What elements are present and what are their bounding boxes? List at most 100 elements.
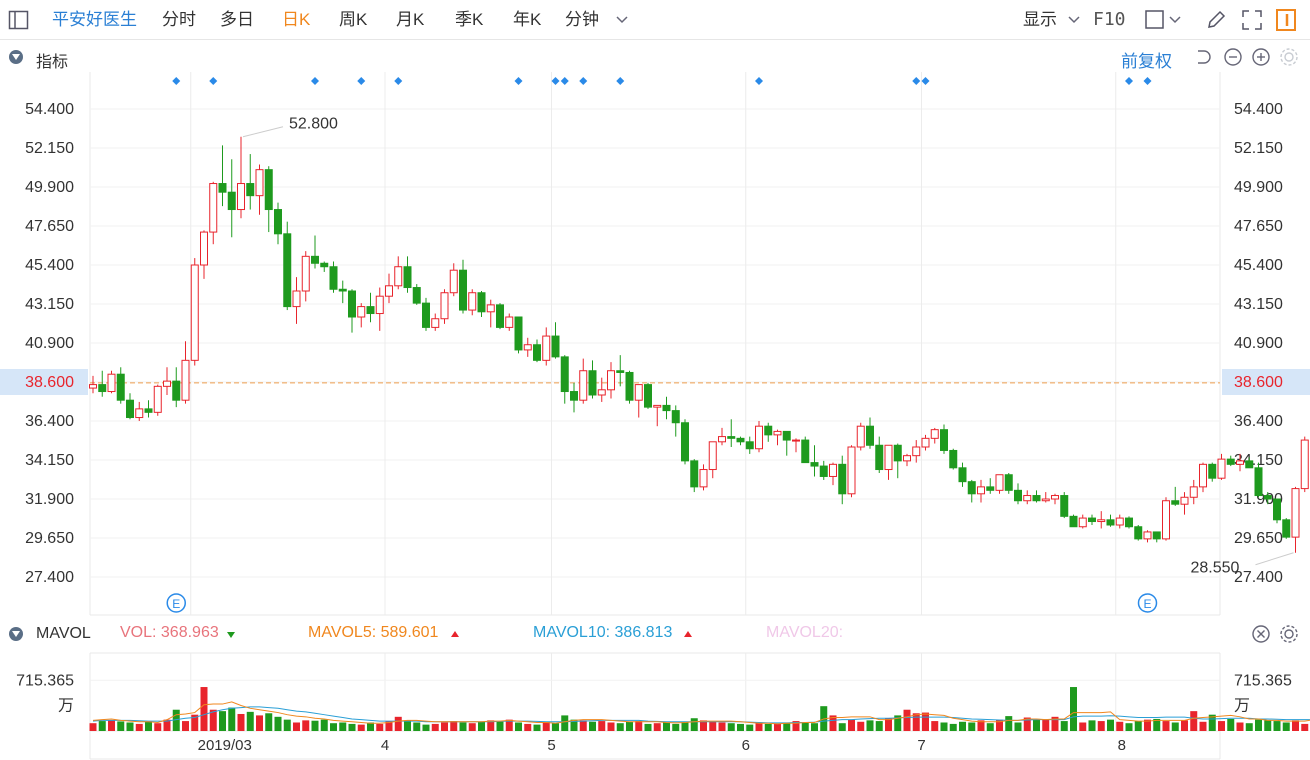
tab-period-2[interactable]: 多日 [220,0,254,40]
volume-bar [89,723,97,731]
candle-body [1236,460,1244,465]
candle-body [644,384,652,408]
volume-bar [413,722,421,731]
candle-body [107,373,116,393]
tab-period-5[interactable]: 月K [396,0,424,40]
display-chevron-icon[interactable] [1066,8,1082,32]
adjust-mode-button[interactable]: 前复权 [1121,47,1172,72]
volume-bar [598,721,606,731]
volume-bar [718,722,726,731]
volume-bar [256,715,263,731]
candle-body [1171,500,1180,505]
volume-bar [1292,720,1299,731]
panel-icon[interactable] [1274,8,1298,32]
volume-bar: MAVOL VOL: 368.963 MAVOL5: 589.601 MAVOL… [0,620,1310,648]
candle-body [218,183,227,193]
chevron-down-icon[interactable] [614,8,630,32]
candle-body [1217,458,1226,479]
volume-chart[interactable]: 715.365 万 715.365 万 2019/03 4 5 6 7 8 [0,648,1310,760]
candle-body [560,356,569,393]
candle-body [671,410,680,424]
fullscreen-icon[interactable] [1240,8,1264,32]
candle-body [422,302,430,328]
event-diamond-marker [209,77,218,85]
candle-body [1014,489,1022,502]
candle-body [1291,488,1300,538]
volume-settings-gear-icon[interactable] [1278,623,1300,645]
y-tick-right: 27.400 [1234,569,1283,586]
close-circle-icon[interactable] [1250,623,1272,645]
candle-body [1134,526,1143,540]
volume-bar [154,723,162,731]
candle-body [274,209,282,235]
volume-bar [690,718,698,731]
y-tick-left: 38.600 [25,374,74,391]
candle-body [163,380,171,387]
tab-period-7[interactable]: 年K [513,0,541,40]
candle-body [1060,495,1069,517]
candle-body [829,463,837,477]
checkbox-icon[interactable] [1144,8,1186,32]
volume-bar [986,723,994,731]
volume-label[interactable]: MAVOL [36,625,91,643]
volume-bar [200,687,208,731]
y-tick-right: 38.600 [1234,374,1283,391]
tab-period-1[interactable]: 分时 [162,0,196,40]
volume-bar [968,722,976,731]
candle-body [708,441,717,471]
candle-body [893,444,902,462]
candle-body [681,422,689,462]
collapse-icon[interactable] [9,50,23,64]
candle-body [1041,498,1050,502]
tab-period-3[interactable]: 日K [282,0,310,40]
volume-bar [1245,723,1253,731]
undo-icon[interactable] [1192,46,1214,68]
candle-body [172,380,181,401]
display-menu[interactable]: 显示 [1023,0,1057,40]
volume-bar [1116,721,1124,731]
candle-body [301,255,310,292]
candle-body [477,292,486,313]
volume-bar [644,723,652,731]
volume-bar [496,721,504,731]
volume-bar [1005,716,1013,731]
candle-body [89,384,97,389]
indicator-label[interactable]: 指标 [36,48,68,72]
zoom-in-icon[interactable] [1250,46,1272,68]
stock-name[interactable]: 平安好医生 [52,0,137,40]
candle-body [801,439,810,464]
volume-bar [774,723,781,731]
volume-bar [283,719,291,731]
volume-bar [274,716,282,731]
zoom-out-icon[interactable] [1222,46,1244,68]
volume-bar [459,722,467,731]
candle-body [1226,458,1235,465]
candle-body [292,290,301,308]
f10-button[interactable]: F10 [1093,0,1126,40]
settings-gear-icon[interactable] [1278,46,1300,68]
candle-body [1282,519,1291,538]
tab-period-8[interactable]: 分钟 [565,0,599,40]
candle-body [246,183,255,197]
candle-body [699,469,708,488]
x-tick-label: 5 [547,737,555,754]
y-tick-right: 45.400 [1234,257,1283,274]
volume-collapse-icon[interactable] [9,627,23,641]
candle-body [237,183,245,211]
pen-icon[interactable] [1205,8,1227,32]
tab-period-4[interactable]: 周K [339,0,367,40]
volume-bar [866,720,874,731]
candle-body [264,169,273,211]
volume-bar [838,723,846,731]
volume-bar [616,723,624,731]
candle-body [588,370,597,396]
tab-period-6[interactable]: 季K [455,0,483,40]
candle-body [1115,517,1124,526]
candle-body [1263,495,1272,500]
x-tick-label: 2019/03 [198,737,252,754]
sidebar-toggle-icon[interactable] [8,8,30,32]
volume-bar [1227,718,1235,731]
volume-bar [468,723,476,731]
kline-chart[interactable]: 54.400 54.400 52.150 52.150 49.900 49.900 47.6… [0,72,1310,617]
candle-body [1125,517,1133,528]
